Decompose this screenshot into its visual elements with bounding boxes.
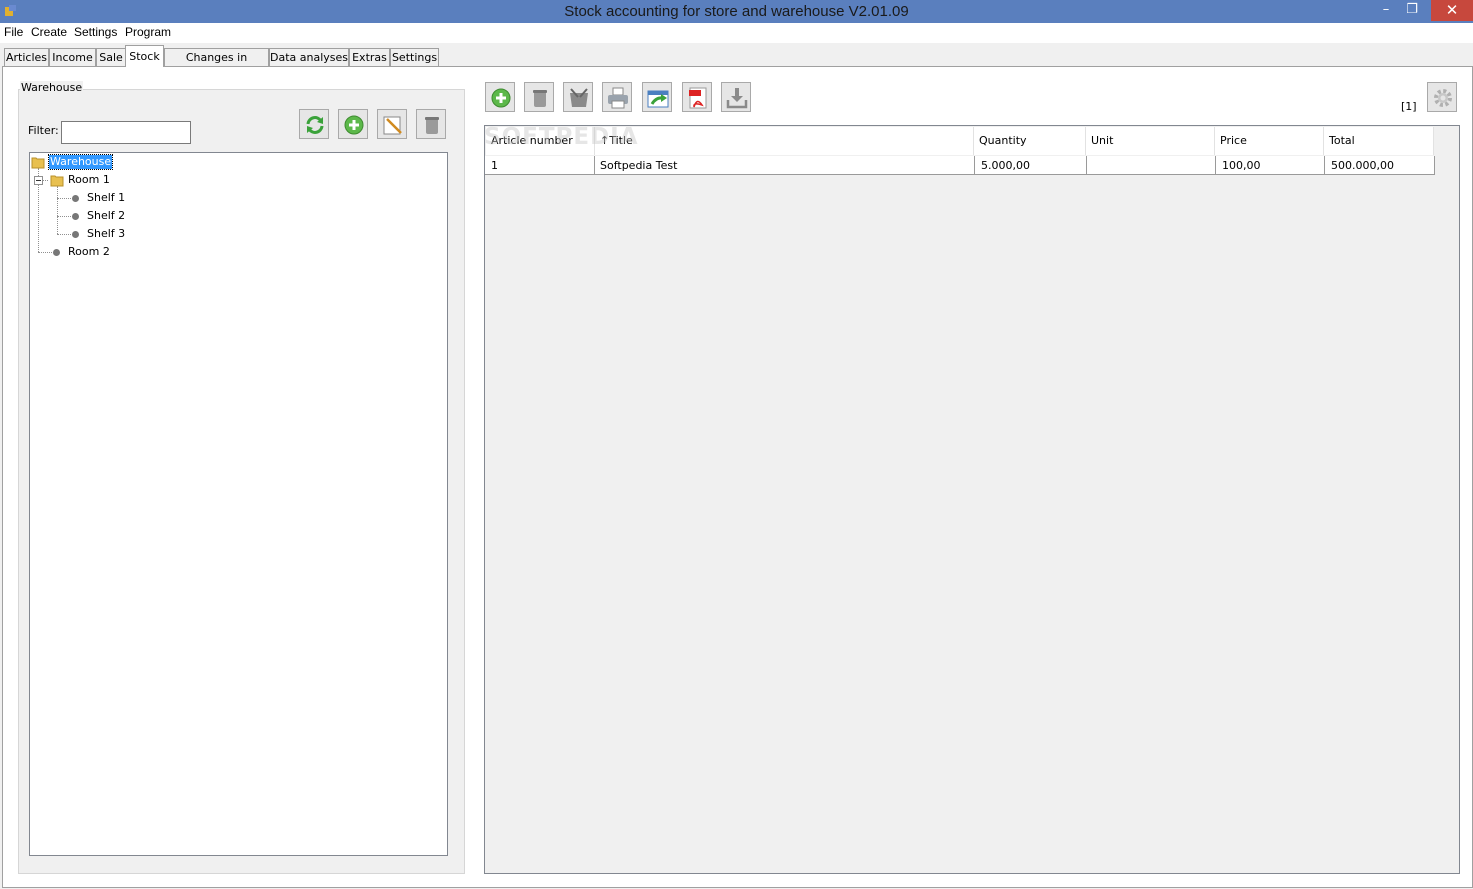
tab-articles[interactable]: Articles: [4, 48, 49, 66]
column-header-total[interactable]: Total: [1324, 127, 1434, 155]
pdf-icon: [689, 87, 707, 109]
tree-node-shelf-1[interactable]: Shelf 1: [87, 191, 125, 205]
export-button[interactable]: [642, 82, 672, 112]
pdf-export-button[interactable]: [682, 82, 712, 112]
tab-data-analyses[interactable]: Data analyses: [269, 48, 349, 66]
print-icon: [608, 87, 628, 109]
filter-input[interactable]: [61, 121, 191, 144]
tree-node-shelf-3[interactable]: Shelf 3: [87, 227, 125, 241]
folder-icon: [31, 157, 45, 169]
leaf-icon: [72, 213, 79, 220]
minimize-button[interactable]: –: [1374, 0, 1398, 21]
tab-stock[interactable]: Stock: [125, 45, 164, 67]
cell-unit[interactable]: [1087, 156, 1216, 175]
edit-icon: [383, 116, 402, 135]
delete-stock-button[interactable]: [524, 82, 554, 112]
cut-icon: [570, 88, 588, 107]
menu-bar: File Create Settings Program: [0, 23, 1473, 43]
settings-button[interactable]: [1427, 82, 1457, 112]
menu-file[interactable]: File: [4, 25, 23, 39]
page-indicator: [1]: [1401, 100, 1417, 113]
gear-icon: [1434, 89, 1452, 107]
column-header-unit[interactable]: Unit: [1086, 127, 1215, 155]
column-header-quantity[interactable]: Quantity: [974, 127, 1086, 155]
filter-label: Filter:: [28, 124, 59, 137]
refresh-button[interactable]: [299, 109, 329, 139]
cut-stock-button[interactable]: [563, 82, 593, 112]
window-title: Stock accounting for store and warehouse…: [564, 3, 909, 20]
leaf-icon: [53, 249, 60, 256]
column-header-title[interactable]: ↑Title: [595, 127, 974, 155]
cell-article-number[interactable]: 1: [485, 156, 595, 175]
warehouse-group-label: Warehouse: [20, 81, 84, 94]
tree-node-room-1[interactable]: Room 1: [68, 173, 110, 187]
restore-button[interactable]: ❐: [1400, 0, 1424, 21]
tab-changes-in-stocking[interactable]: Changes in stocking: [164, 48, 269, 81]
edit-location-button[interactable]: [377, 109, 407, 139]
download-icon: [726, 88, 748, 109]
menu-program[interactable]: Program: [125, 25, 171, 39]
add-location-button[interactable]: [338, 109, 368, 139]
add-icon: [344, 115, 364, 135]
tab-extras[interactable]: Extras: [349, 48, 390, 66]
menu-settings[interactable]: Settings: [74, 25, 117, 39]
delete-location-button[interactable]: [416, 109, 446, 139]
cell-price[interactable]: 100,00: [1216, 156, 1325, 175]
tab-strip: Articles Income Sale Stock Changes in st…: [0, 43, 1473, 81]
cell-total[interactable]: 500.000,00: [1325, 156, 1435, 175]
print-button[interactable]: [602, 82, 632, 112]
close-button[interactable]: ✕: [1431, 0, 1473, 21]
leaf-icon: [72, 231, 79, 238]
stock-table[interactable]: Article number ↑Title Quantity Unit Pric…: [484, 125, 1460, 874]
column-header-price[interactable]: Price: [1215, 127, 1324, 155]
menu-create[interactable]: Create: [31, 25, 67, 39]
folder-icon: [50, 175, 64, 187]
tab-income[interactable]: Income: [49, 48, 96, 66]
download-button[interactable]: [721, 82, 751, 112]
tree-node-room-2[interactable]: Room 2: [68, 245, 110, 259]
title-bar: Stock accounting for store and warehouse…: [0, 0, 1473, 23]
add-stock-button[interactable]: [485, 82, 515, 112]
cell-title[interactable]: Softpedia Test: [595, 156, 975, 175]
tree-node-shelf-2[interactable]: Shelf 2: [87, 209, 125, 223]
tab-sale[interactable]: Sale: [96, 48, 126, 66]
warehouse-tree[interactable]: Warehouse Room 1 Shelf 1 Shelf 2 Shelf 3…: [29, 152, 448, 856]
delete-icon: [533, 90, 547, 107]
refresh-icon: [306, 116, 324, 134]
add-icon: [491, 88, 511, 108]
delete-icon: [425, 117, 439, 134]
tree-node-warehouse[interactable]: Warehouse: [47, 154, 114, 170]
collapse-toggle[interactable]: [34, 176, 43, 185]
export-icon: [647, 90, 669, 108]
cell-quantity[interactable]: 5.000,00: [975, 156, 1087, 175]
watermark: SOFTPEDIA: [484, 124, 639, 150]
tab-settings[interactable]: Settings: [390, 48, 439, 66]
leaf-icon: [72, 195, 79, 202]
